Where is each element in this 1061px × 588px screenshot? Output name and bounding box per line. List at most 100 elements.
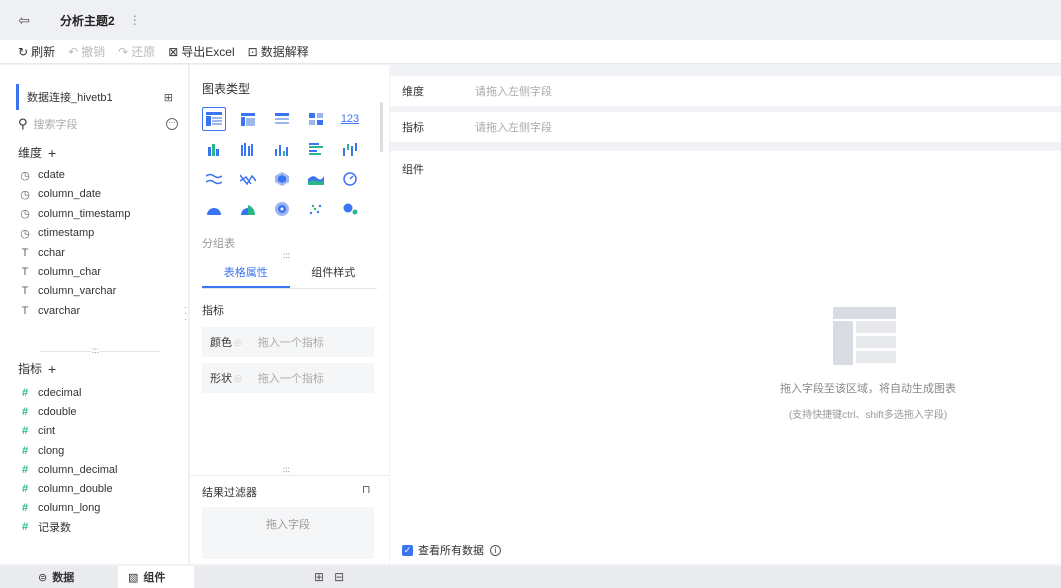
help-icon[interactable]: ◎ bbox=[234, 337, 242, 348]
undo-button[interactable]: ↶ 撤销 bbox=[68, 43, 105, 60]
data-explain-button[interactable]: ⊡ 数据解释 bbox=[248, 43, 309, 60]
database-icon: ⊜ bbox=[38, 571, 48, 584]
chart-type-stacked-bar[interactable] bbox=[202, 137, 226, 161]
search-input[interactable]: 搜索字段 bbox=[34, 116, 78, 132]
excel-icon: ⊠ bbox=[168, 44, 179, 59]
number-icon: 123 bbox=[340, 113, 360, 125]
chart-type-title: 图表类型 bbox=[202, 82, 251, 96]
chart-type-waterfall[interactable] bbox=[338, 137, 362, 161]
chart-type-detail-table[interactable] bbox=[236, 107, 260, 131]
dimension-field[interactable]: ◷ ctimestamp bbox=[18, 224, 94, 242]
measure-field[interactable]: # 记录数 bbox=[18, 518, 71, 536]
info-icon[interactable]: i bbox=[490, 544, 501, 556]
bar-chart-icon bbox=[275, 144, 288, 156]
number-type-icon: # bbox=[21, 483, 29, 495]
scatter-icon bbox=[309, 204, 322, 215]
color-drop-zone[interactable]: 颜色 ◎ 拖入一个指标 bbox=[202, 327, 374, 357]
measure-section-title: 指标 bbox=[202, 305, 224, 317]
empty-subhint: (支持快捷键ctrl、shift多选拖入字段) bbox=[788, 410, 948, 421]
analysis-tab-title[interactable]: 分析主题2 bbox=[60, 12, 115, 29]
help-icon[interactable]: ◎ bbox=[234, 373, 242, 384]
export-excel-button[interactable]: ⊠ 导出Excel bbox=[168, 43, 234, 60]
measure-field[interactable]: # cdecimal bbox=[18, 384, 81, 402]
shape-drop-zone[interactable]: 形状 ◎ 拖入一个指标 bbox=[202, 363, 374, 393]
component-canvas[interactable]: 组件 拖入字段至该区域，将自动生成图表 (支持快捷键ctrl、shift多选拖入… bbox=[390, 151, 1061, 564]
dimension-field[interactable]: Tcolumn_char bbox=[18, 263, 101, 281]
add-dashboard-icon[interactable]: ⊟ bbox=[334, 570, 344, 584]
chart-type-pie[interactable] bbox=[202, 197, 226, 221]
grouped-bar-icon bbox=[241, 142, 253, 156]
lock-icon[interactable]: ⊓ bbox=[362, 483, 371, 496]
gauge-icon bbox=[343, 172, 357, 186]
chart-type-rose[interactable] bbox=[236, 197, 260, 221]
detail-table-icon bbox=[241, 112, 255, 126]
redo-button[interactable]: ↷ 还原 bbox=[118, 43, 155, 60]
waterfall-icon bbox=[343, 142, 357, 156]
date-type-icon: ◷ bbox=[20, 188, 30, 201]
chart-type-radar[interactable] bbox=[270, 167, 294, 191]
measure-field[interactable]: # column_long bbox=[18, 499, 100, 517]
dimension-field[interactable]: ◷ column_timestamp bbox=[18, 205, 130, 223]
dimension-shelf[interactable]: 维度 请拖入左侧字段 bbox=[390, 76, 1061, 106]
dimension-field[interactable]: Tcvarchar bbox=[18, 302, 81, 320]
chart-type-kpi-card[interactable] bbox=[304, 107, 328, 131]
chart-type-horizontal-bar[interactable] bbox=[304, 137, 328, 161]
chart-type-grouped-bar[interactable] bbox=[236, 137, 260, 161]
measures-header: 指标 + bbox=[18, 360, 57, 377]
chart-type-line[interactable] bbox=[202, 167, 226, 191]
chart-type-sunburst[interactable] bbox=[270, 197, 294, 221]
datasource-selector[interactable]: 数据连接_hivetb1 ⊞ bbox=[16, 84, 179, 110]
number-type-icon: # bbox=[21, 502, 29, 515]
add-dimension-icon[interactable]: + bbox=[48, 145, 56, 161]
measure-field[interactable]: # column_double bbox=[18, 480, 113, 498]
cross-table-icon bbox=[275, 113, 289, 124]
measure-field[interactable]: # cdouble bbox=[18, 403, 77, 421]
dimension-field[interactable]: Tcchar bbox=[18, 244, 65, 262]
chart-type-bubble[interactable] bbox=[338, 197, 362, 221]
refresh-icon: ↻ bbox=[18, 44, 29, 59]
number-type-icon: # bbox=[21, 444, 29, 457]
add-measure-icon[interactable]: + bbox=[48, 361, 56, 377]
group-table-icon bbox=[206, 112, 222, 126]
area-chart-icon bbox=[308, 176, 324, 185]
panel-resize-handle[interactable]: · · · bbox=[184, 303, 187, 325]
drag-grip-icon[interactable]: ∶∶∶ bbox=[92, 346, 100, 357]
measure-field[interactable]: # clong bbox=[18, 442, 64, 460]
dimension-field[interactable]: Tcolumn_varchar bbox=[18, 282, 117, 300]
chart-type-cross-table[interactable] bbox=[270, 107, 294, 131]
measure-shelf[interactable]: 指标 请拖入左侧字段 bbox=[390, 112, 1061, 142]
chart-type-number[interactable]: 123 bbox=[338, 107, 362, 131]
chart-type-group-table[interactable] bbox=[202, 107, 226, 131]
tab-component-style[interactable]: 组件样式 bbox=[290, 261, 378, 288]
tab-component[interactable]: ▧ 组件 bbox=[118, 566, 194, 588]
chart-type-area[interactable] bbox=[304, 167, 328, 191]
dimension-field[interactable]: ◷ cdate bbox=[18, 166, 65, 184]
tab-table-properties[interactable]: 表格属性 bbox=[202, 261, 290, 288]
chart-type-bar[interactable] bbox=[270, 137, 294, 161]
divider bbox=[190, 475, 389, 476]
measure-field[interactable]: # column_decimal bbox=[18, 461, 118, 479]
chart-type-scrollbar[interactable] bbox=[380, 102, 383, 152]
tab-data[interactable]: ⊜ 数据 bbox=[28, 566, 108, 588]
field-search[interactable]: ⚲ 搜索字段 ··· bbox=[18, 113, 178, 135]
config-tabs: 表格属性 组件样式 bbox=[202, 261, 377, 289]
filter-drop-zone[interactable]: 拖入字段 bbox=[202, 507, 374, 559]
tab-more-icon[interactable]: ⋮ bbox=[129, 13, 141, 27]
dimension-field[interactable]: ◷ column_date bbox=[18, 185, 101, 203]
chart-type-polyline[interactable] bbox=[236, 167, 260, 191]
refresh-button[interactable]: ↻ 刷新 bbox=[18, 43, 55, 60]
view-all-data-checkbox[interactable]: ✓ 查看所有数据 i bbox=[402, 542, 501, 558]
checkbox-checked-icon[interactable]: ✓ bbox=[402, 544, 413, 556]
canvas-area: 维度 请拖入左侧字段 指标 请拖入左侧字段 组件 拖入字段至该区域，将自动生成图… bbox=[390, 65, 1061, 564]
chart-type-scatter[interactable] bbox=[304, 197, 328, 221]
more-icon[interactable]: ··· bbox=[166, 118, 178, 130]
measure-field[interactable]: # cint bbox=[18, 422, 55, 440]
exit-icon[interactable]: ⇦ bbox=[0, 12, 48, 29]
add-component-icon[interactable]: ⊞ bbox=[314, 570, 324, 584]
pie-chart-icon bbox=[207, 208, 221, 215]
switch-datasource-icon[interactable]: ⊞ bbox=[164, 91, 173, 104]
dimensions-header: 维度 + bbox=[18, 144, 57, 161]
chart-type-gauge[interactable] bbox=[338, 167, 362, 191]
result-filter-title: 结果过滤器 bbox=[202, 487, 257, 499]
panel-splitter[interactable]: ∶∶∶ bbox=[40, 346, 160, 357]
